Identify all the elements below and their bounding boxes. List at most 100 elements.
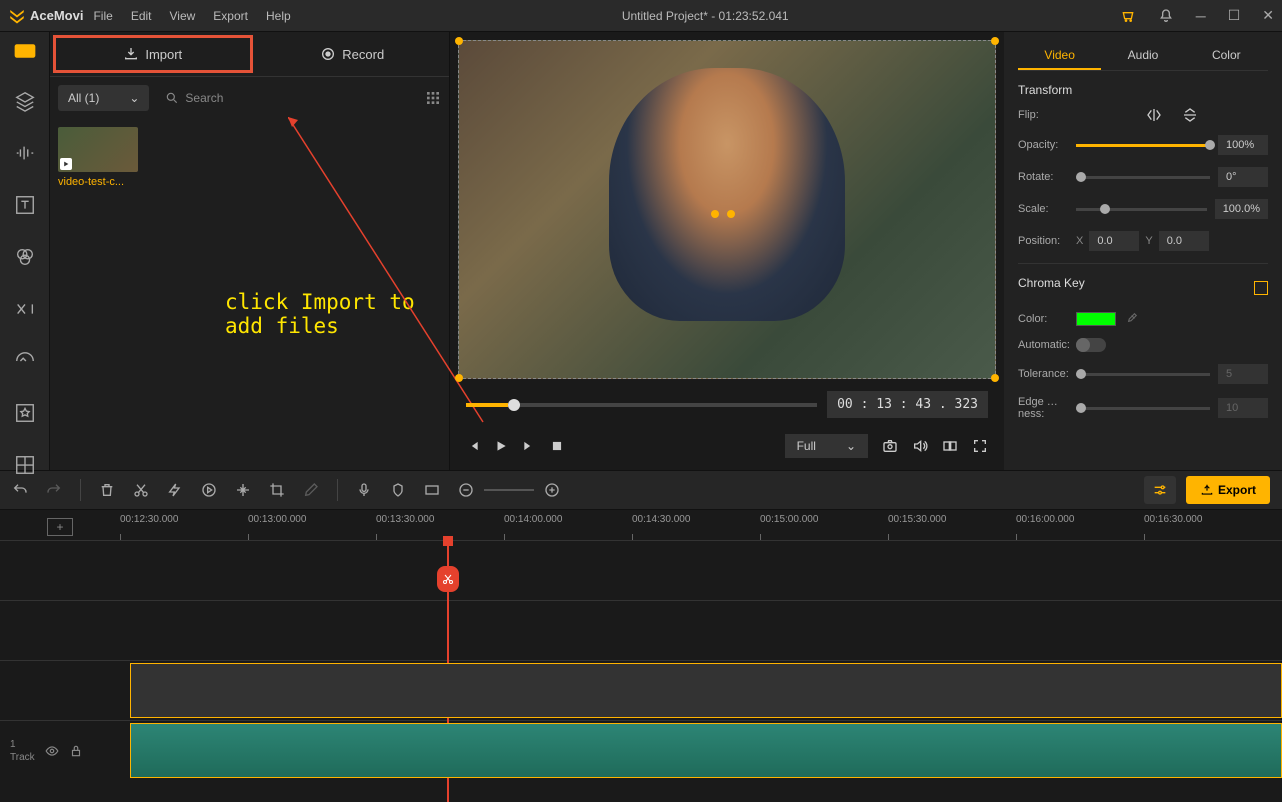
sidebar-animations-icon[interactable] (12, 350, 38, 372)
import-tab[interactable]: Import (53, 35, 253, 73)
lock-icon[interactable] (69, 744, 83, 758)
menu-edit[interactable]: Edit (131, 9, 152, 23)
tab-video[interactable]: Video (1018, 42, 1101, 70)
redo-icon[interactable] (46, 482, 62, 498)
record-icon (320, 46, 336, 62)
sidebar-audio-icon[interactable] (12, 142, 38, 164)
snapshot-icon[interactable] (882, 438, 898, 454)
scale-value[interactable]: 100.0% (1215, 199, 1268, 219)
export-button[interactable]: Export (1186, 476, 1270, 504)
opacity-slider[interactable] (1076, 144, 1210, 147)
fullscreen-icon[interactable] (972, 438, 988, 454)
edit-icon[interactable] (303, 482, 319, 498)
cart-icon[interactable] (1120, 8, 1136, 24)
zoom-slider[interactable] (484, 489, 534, 491)
position-y-value[interactable]: 0.0 (1159, 231, 1209, 251)
stop-button[interactable] (550, 439, 564, 453)
resize-handle[interactable] (991, 37, 999, 45)
compare-icon[interactable] (942, 438, 958, 454)
filter-dropdown[interactable]: All (1) ⌄ (58, 85, 149, 111)
tab-color[interactable]: Color (1185, 42, 1268, 70)
search-placeholder: Search (185, 91, 223, 105)
crop-icon[interactable] (269, 482, 285, 498)
resize-handle[interactable] (455, 37, 463, 45)
tag-icon[interactable] (390, 482, 406, 498)
settings-button[interactable] (1144, 476, 1176, 504)
ratio-icon[interactable] (424, 482, 440, 498)
search-icon (165, 91, 179, 105)
play-badge-icon (60, 158, 72, 170)
tolerance-slider[interactable] (1076, 373, 1210, 376)
time-ruler[interactable]: + 00:12:30.00000:13:00.00000:13:30.00000… (0, 510, 1282, 540)
track-body[interactable] (130, 721, 1282, 780)
sidebar-layers-icon[interactable] (12, 90, 38, 112)
position-x-value[interactable]: 0.0 (1089, 231, 1139, 251)
resize-handle[interactable] (991, 374, 999, 382)
export-icon (1200, 483, 1214, 497)
menu-file[interactable]: File (93, 9, 112, 23)
chroma-color-swatch[interactable] (1076, 312, 1116, 326)
seek-bar[interactable] (466, 403, 817, 407)
delete-icon[interactable] (99, 482, 115, 498)
eyedropper-icon[interactable] (1124, 312, 1138, 326)
scale-slider[interactable] (1076, 208, 1207, 211)
visibility-icon[interactable] (45, 744, 59, 758)
video-clip[interactable] (130, 663, 1282, 718)
track-body[interactable] (130, 661, 1282, 720)
volume-icon[interactable] (912, 438, 928, 454)
rotate-value[interactable]: 0° (1218, 167, 1268, 187)
cut-icon[interactable] (133, 482, 149, 498)
minimize-button[interactable]: ─ (1196, 8, 1206, 24)
play-button[interactable] (494, 439, 508, 453)
undo-icon[interactable] (12, 482, 28, 498)
app-logo: AceMovi (8, 7, 83, 25)
audio-clip[interactable] (130, 723, 1282, 778)
flip-vertical-icon[interactable] (1182, 107, 1198, 123)
rotate-slider[interactable] (1076, 176, 1210, 179)
prev-frame-button[interactable] (466, 439, 480, 453)
size-dropdown[interactable]: Full⌄ (785, 434, 868, 458)
record-label: Record (342, 47, 384, 62)
zoom-out-icon[interactable] (458, 482, 474, 498)
maximize-button[interactable]: ☐ (1228, 7, 1241, 24)
speed-icon[interactable] (167, 482, 183, 498)
menu-view[interactable]: View (170, 9, 196, 23)
search-input[interactable]: Search (159, 85, 415, 111)
video-preview[interactable] (458, 40, 996, 379)
bell-icon[interactable] (1158, 8, 1174, 24)
opacity-value[interactable]: 100% (1218, 135, 1268, 155)
media-thumbnail[interactable]: video-test-c... (58, 127, 138, 188)
record-tab[interactable]: Record (256, 32, 450, 76)
menu-export[interactable]: Export (213, 9, 248, 23)
resize-handle[interactable] (727, 210, 735, 218)
sidebar-elements-icon[interactable] (12, 402, 38, 424)
sidebar-media-icon[interactable] (12, 42, 38, 60)
resize-handle[interactable] (711, 210, 719, 218)
sidebar-split-icon[interactable] (12, 454, 38, 476)
tolerance-value[interactable]: 5 (1218, 364, 1268, 384)
annotation-text: click Import to add files (225, 290, 449, 338)
tab-audio[interactable]: Audio (1101, 42, 1184, 70)
flip-horizontal-icon[interactable] (1146, 107, 1162, 123)
chevron-down-icon: ⌄ (129, 91, 139, 105)
chroma-checkbox[interactable] (1254, 281, 1268, 295)
grid-view-icon[interactable] (425, 90, 441, 106)
menu-help[interactable]: Help (266, 9, 291, 23)
reverse-icon[interactable] (201, 482, 217, 498)
sidebar-transitions-icon[interactable] (12, 298, 38, 320)
resize-handle[interactable] (455, 374, 463, 382)
sidebar-filters-icon[interactable] (12, 246, 38, 268)
track-body[interactable] (130, 601, 1282, 660)
edge-value[interactable]: 10 (1218, 398, 1268, 418)
add-track-button[interactable]: + (47, 518, 73, 536)
close-button[interactable]: ✕ (1262, 7, 1274, 24)
zoom-in-icon[interactable] (544, 482, 560, 498)
track-body[interactable] (130, 541, 1282, 600)
edge-slider[interactable] (1076, 407, 1210, 410)
marker-icon[interactable] (235, 482, 251, 498)
timestamp: 00:13:00.000 (248, 514, 306, 525)
voiceover-icon[interactable] (356, 482, 372, 498)
sidebar-text-icon[interactable] (12, 194, 38, 216)
next-frame-button[interactable] (522, 439, 536, 453)
auto-toggle[interactable] (1076, 338, 1106, 352)
